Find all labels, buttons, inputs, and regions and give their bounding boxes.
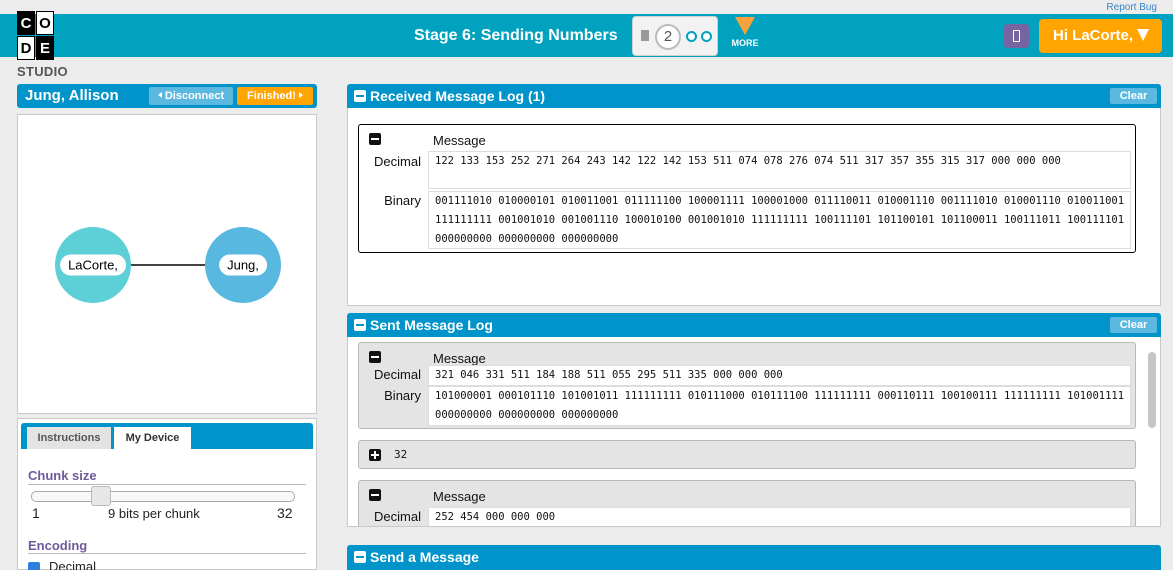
packet-collapse-icon[interactable]	[369, 489, 381, 501]
level-bubble-3[interactable]	[686, 31, 697, 42]
packet-decimal-value: 321 046 331 511 184 188 511 055 295 511 …	[428, 365, 1131, 386]
network-visualization: LaCorte, Jung,	[17, 114, 317, 414]
tab-instructions[interactable]: Instructions	[27, 427, 111, 449]
device-panel: Instructions My Device Chunk size 1 9 bi…	[17, 418, 317, 570]
packet-binary-value: 101000001 000101110 101001011 111111111 …	[428, 386, 1131, 426]
received-log-header[interactable]: Received Message Log (1) Clear	[347, 84, 1161, 108]
logo-letter-d: D	[17, 36, 35, 60]
node-jung: Jung,	[205, 227, 281, 303]
stage-title: Stage 6: Sending Numbers	[414, 27, 618, 44]
chunk-size-title: Chunk size	[28, 468, 97, 483]
chunk-max-label: 32	[277, 505, 293, 521]
arrow-left-icon	[157, 92, 162, 98]
logo-letter-o: O	[36, 11, 54, 35]
received-packet: Message Decimal 122 133 153 252 271 264 …	[358, 124, 1136, 253]
disconnect-label: Disconnect	[164, 90, 225, 102]
node-lacorte: LaCorte,	[55, 227, 131, 303]
packet-collapse-icon[interactable]	[369, 351, 381, 363]
more-label: MORE	[731, 38, 759, 48]
level-progress: 2	[632, 16, 718, 56]
sent-packet: Message Decimal 321 046 331 511 184 188 …	[358, 342, 1136, 429]
divider	[28, 553, 306, 554]
connection-line	[131, 264, 205, 266]
arrow-right-icon	[298, 92, 303, 98]
partner-name: Jung, Allison	[25, 87, 119, 104]
node-label: Jung,	[219, 254, 267, 276]
packet-message-label: Message	[433, 351, 486, 366]
collapse-icon[interactable]	[354, 319, 366, 331]
decimal-checkbox[interactable]	[28, 562, 40, 570]
divider	[28, 484, 306, 485]
logo-studio-text: STUDIO	[17, 64, 68, 79]
encoding-title: Encoding	[28, 538, 88, 553]
packet-decimal-value: 252 454 000 000 000	[428, 507, 1131, 526]
decimal-row-label: Decimal	[374, 154, 421, 169]
collapse-icon[interactable]	[354, 90, 366, 102]
disconnect-button[interactable]: Disconnect	[149, 87, 233, 105]
sent-log-body: Message Decimal 321 046 331 511 184 188 …	[347, 337, 1161, 527]
logo-letter-c: C	[17, 11, 35, 35]
packet-message-label: Message	[433, 133, 486, 148]
received-clear-button[interactable]: Clear	[1110, 88, 1157, 104]
packet-collapse-icon[interactable]	[369, 133, 381, 145]
decimal-row-label: Decimal	[374, 509, 421, 524]
code-studio-logo[interactable]: C O D E	[17, 11, 72, 61]
user-menu-button[interactable]: Hi LaCorte,	[1039, 19, 1162, 53]
chunk-size-slider-handle[interactable]	[91, 486, 111, 506]
more-button[interactable]: MORE	[729, 17, 761, 48]
sent-packet: Message Decimal 252 454 000 000 000	[358, 480, 1136, 526]
tab-my-device[interactable]: My Device	[114, 427, 191, 449]
chunk-value-label: 9 bits per chunk	[108, 506, 200, 521]
received-log-body: Message Decimal 122 133 153 252 271 264 …	[347, 108, 1161, 306]
finished-label: Finished!	[247, 90, 296, 102]
phone-button[interactable]	[1004, 24, 1029, 48]
chunk-min-label: 1	[32, 505, 40, 521]
report-bug-link[interactable]: Report Bug	[1106, 2, 1157, 13]
received-log-title: Received Message Log (1)	[370, 88, 546, 104]
sent-clear-button[interactable]: Clear	[1110, 317, 1157, 333]
chunk-size-slider-track[interactable]	[31, 491, 295, 502]
current-level-bubble[interactable]: 2	[655, 24, 681, 50]
binary-row-label: Binary	[384, 193, 421, 208]
finished-button[interactable]: Finished!	[237, 87, 313, 105]
document-icon[interactable]	[641, 30, 649, 41]
level-bubble-4[interactable]	[701, 31, 712, 42]
collapse-icon[interactable]	[354, 551, 366, 563]
caret-down-icon	[1137, 29, 1150, 41]
connection-header: Jung, Allison Disconnect Finished!	[17, 84, 317, 108]
triangle-down-icon	[735, 17, 755, 35]
logo-letter-e: E	[36, 36, 54, 60]
decimal-row-label: Decimal	[374, 367, 421, 382]
packet-binary-value: 001111010 010000101 010011001 011111100 …	[428, 191, 1131, 249]
packet-expand-icon[interactable]	[369, 449, 381, 461]
binary-row-label: Binary	[384, 388, 421, 403]
send-message-title: Send a Message	[370, 549, 479, 565]
phone-icon	[1013, 30, 1020, 42]
user-menu-label: Hi LaCorte,	[1053, 27, 1134, 44]
sent-log-title: Sent Message Log	[370, 317, 493, 333]
packet-decimal-value: 122 133 153 252 271 264 243 142 122 142 …	[428, 151, 1131, 189]
decimal-checkbox-label: Decimal	[49, 559, 96, 570]
sent-log-header[interactable]: Sent Message Log Clear	[347, 313, 1161, 337]
send-message-header[interactable]: Send a Message	[347, 545, 1161, 570]
node-label: LaCorte,	[60, 254, 126, 276]
packet-collapsed-value: 32	[394, 448, 408, 461]
sent-packet-collapsed[interactable]: 32	[358, 440, 1136, 469]
sent-log-scrollbar[interactable]	[1148, 352, 1156, 428]
packet-message-label: Message	[433, 489, 486, 504]
device-tabbar: Instructions My Device	[21, 423, 313, 449]
